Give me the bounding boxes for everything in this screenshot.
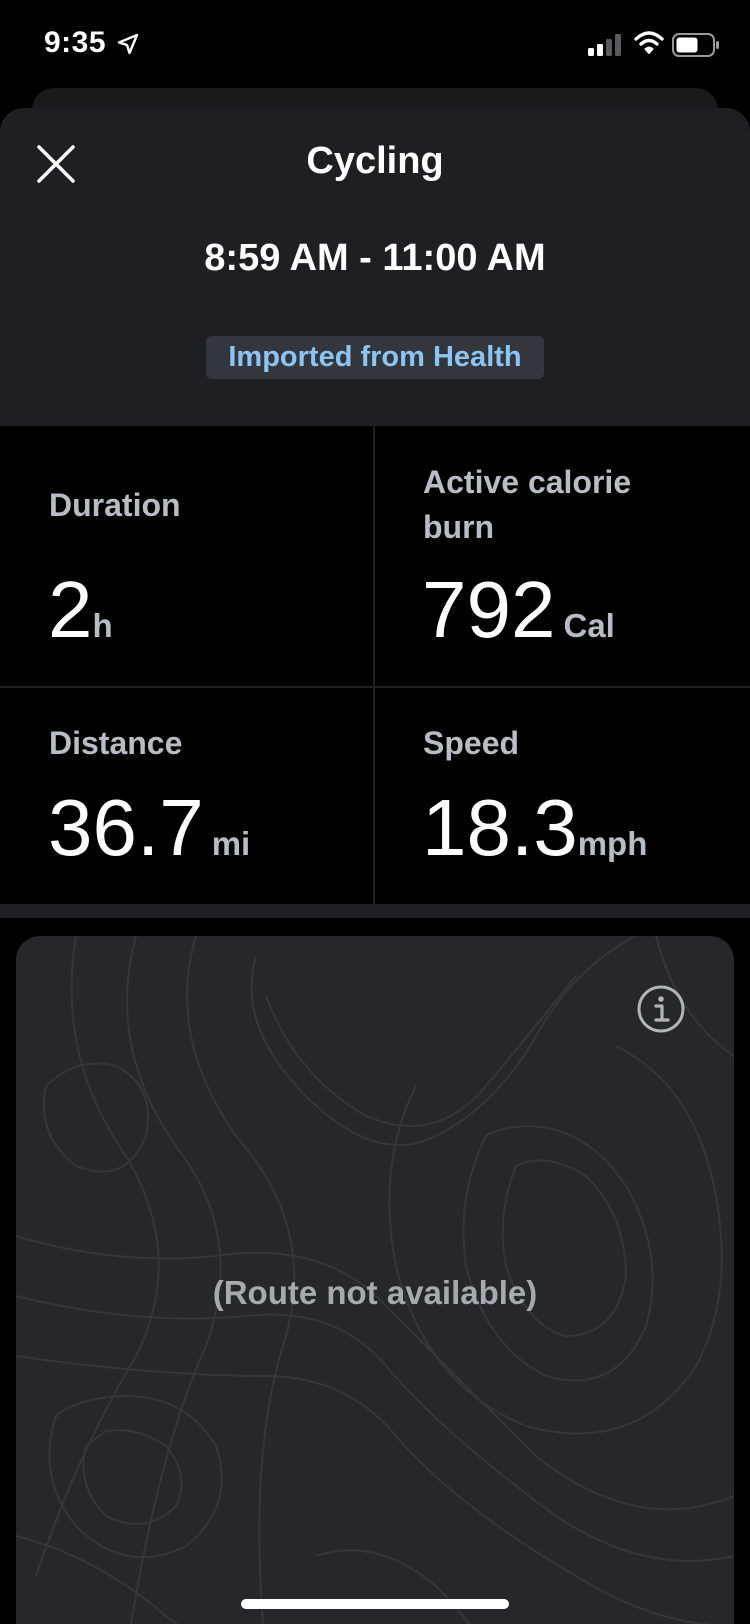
duration-number: 2	[48, 565, 93, 654]
duration-value: 2h	[48, 570, 113, 666]
status-bar: 9:35	[0, 0, 750, 90]
divider	[373, 426, 375, 904]
distance-number: 36.7	[48, 783, 204, 872]
speed-number: 18.3	[422, 783, 578, 872]
duration-label: Duration	[49, 487, 181, 523]
page-title: Cycling	[306, 140, 444, 182]
distance-unit: mi	[211, 825, 251, 862]
route-unavailable-message: (Route not available)	[212, 1274, 538, 1311]
distance-label: Distance	[49, 725, 183, 761]
home-indicator[interactable]	[241, 1599, 509, 1609]
calorie-label-line2: burn	[423, 509, 495, 545]
duration-unit: h	[92, 607, 113, 644]
distance-value: 36.7 mi	[48, 788, 250, 884]
location-arrow-icon	[117, 33, 139, 55]
source-badge: Imported from Health	[206, 336, 544, 379]
section-divider	[0, 904, 750, 918]
workout-time-range: 8:59 AM - 11:00 AM	[204, 237, 546, 279]
speed-value: 18.3mph	[422, 788, 647, 884]
calorie-unit: Cal	[563, 607, 615, 644]
speed-unit: mph	[577, 825, 648, 862]
status-time: 9:35	[44, 26, 107, 59]
divider	[0, 686, 750, 688]
wifi-icon	[634, 31, 664, 54]
speed-label: Speed	[423, 725, 520, 761]
battery-icon	[672, 33, 719, 57]
calorie-value: 792 Cal	[422, 570, 615, 666]
cellular-signal-icon	[588, 34, 621, 56]
calorie-number: 792	[422, 565, 556, 654]
info-icon[interactable]	[636, 984, 686, 1034]
calorie-label-line1: Active calorie	[423, 464, 632, 500]
